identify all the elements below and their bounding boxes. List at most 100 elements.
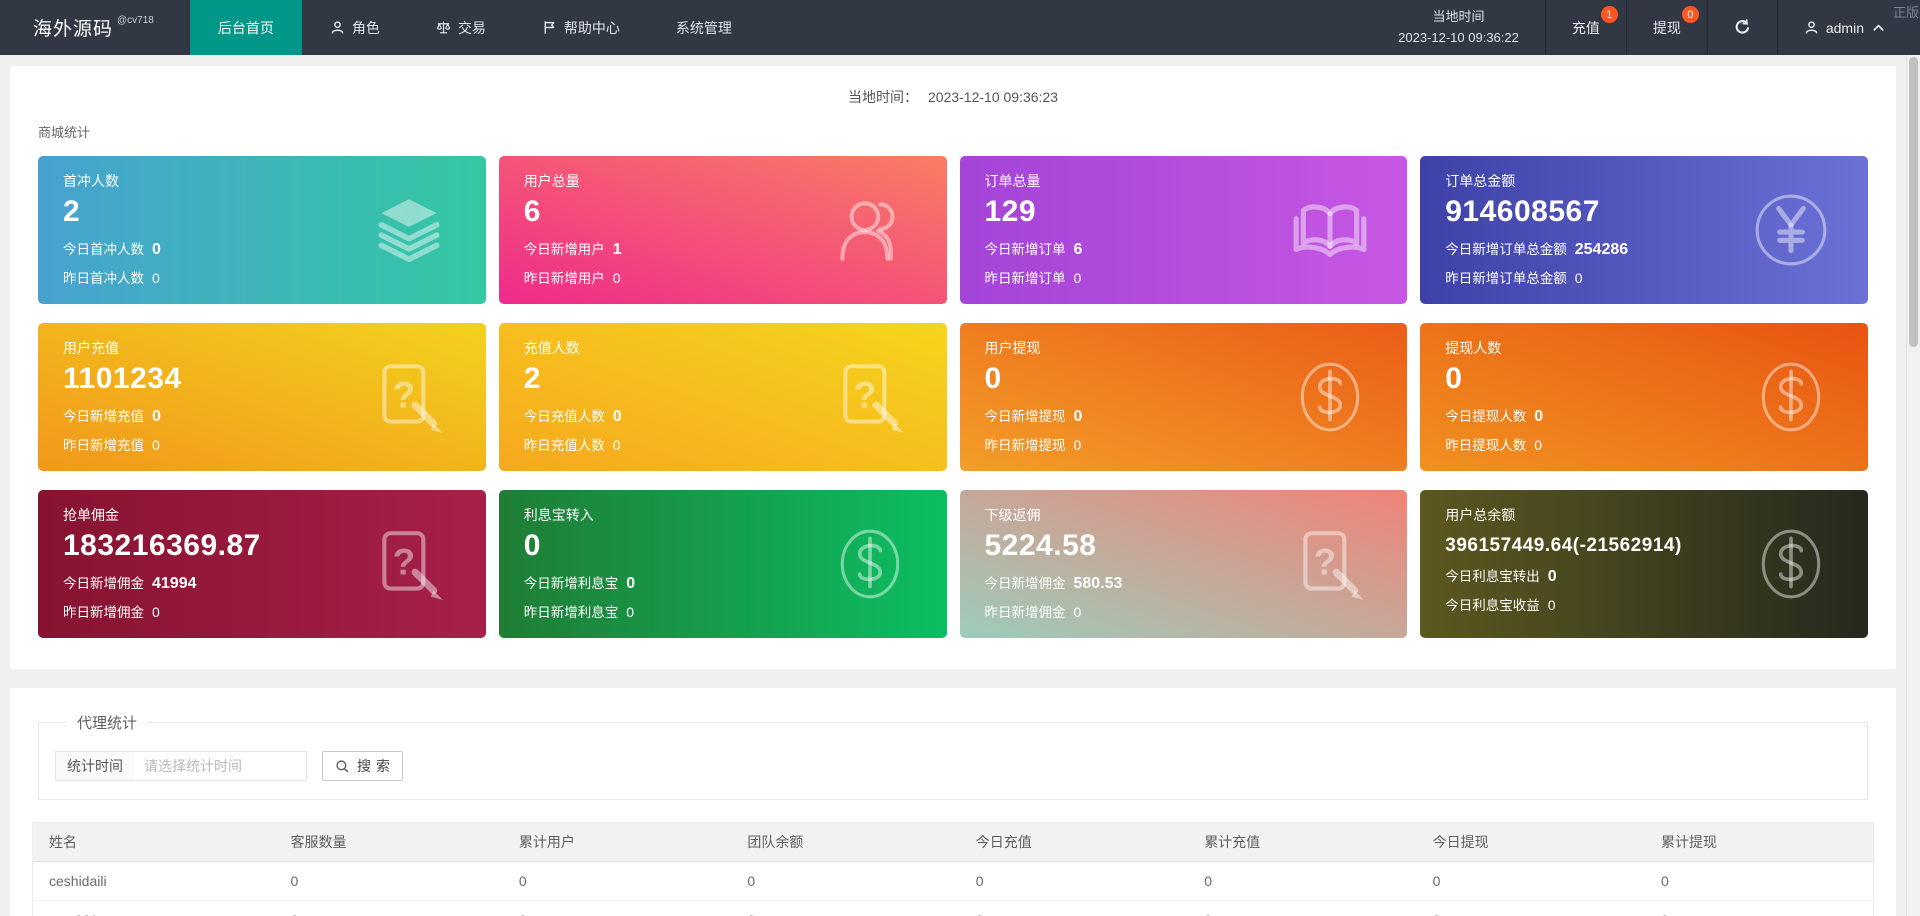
nav-item-home[interactable]: 后台首页 bbox=[189, 0, 302, 55]
page-scrollbar[interactable] bbox=[1906, 55, 1920, 916]
nav-item-trade[interactable]: 交易 bbox=[408, 0, 514, 55]
table-header-cell: 累计充值 bbox=[1188, 822, 1417, 862]
table-cell: 0 bbox=[1188, 900, 1417, 916]
card-subline-value: 254286 bbox=[1574, 240, 1629, 258]
nav-item-label: 帮助中心 bbox=[563, 19, 620, 36]
stat-card-subordinate-rebate[interactable]: 下级返佣 5224.58 今日新增佣金 580.53 昨日新增佣金 0 bbox=[959, 490, 1408, 638]
nav-item-label: 系统管理 bbox=[675, 19, 732, 36]
stats-cards: 首冲人数 2 今日首冲人数 0 昨日首冲人数 0 用户总量 6 今日新增用户 1 昨日新增用户 0 订单… bbox=[38, 156, 1868, 638]
agent-panel: 代理统计 统计时间 搜索 姓名客服数量累计用户团队余额今日充值累计充值今日提现累… bbox=[10, 688, 1896, 916]
card-subline-value: 0 bbox=[152, 269, 160, 286]
table-row[interactable]: ceshidaili 0 0 0 0 0 0 0 bbox=[32, 861, 1874, 901]
table-cell: 0 bbox=[1645, 861, 1874, 901]
card-subline-value: 580.53 bbox=[1073, 574, 1123, 592]
nav-item-system[interactable]: 系统管理 bbox=[648, 0, 760, 55]
card-subline-label: 今日新增充值 bbox=[63, 408, 144, 424]
nav-item-label: 后台首页 bbox=[217, 19, 274, 36]
stat-card-interest-transfer-in[interactable]: 利息宝转入 0 今日新增利息宝 0 昨日新增利息宝 0 bbox=[498, 490, 947, 638]
card-subline-label: 今日新增佣金 bbox=[63, 575, 144, 591]
book-icon bbox=[1289, 189, 1371, 271]
stat-card-user-recharge[interactable]: 用户充值 1101234 今日新增充值 0 昨日新增充值 0 bbox=[38, 323, 486, 471]
card-subline-label: 今日新增提现 bbox=[984, 408, 1066, 424]
card-subline-label: 昨日新增利息宝 bbox=[523, 604, 619, 620]
nav-item-roles[interactable]: 角色 bbox=[302, 0, 408, 55]
app-logo: 海外源码 @cv718 bbox=[0, 0, 190, 55]
stat-time-group: 统计时间 bbox=[55, 751, 307, 781]
card-subline-label: 昨日新增充值 bbox=[63, 437, 144, 453]
table-header-cell: 累计提现 bbox=[1645, 822, 1874, 862]
action-withdraw[interactable]: 提现 0 bbox=[1625, 0, 1707, 55]
table-cell: ceshidaili bbox=[32, 861, 275, 901]
stats-panel: 当地时间： 2023-12-10 09:36:23 商城统计 首冲人数 2 今日首冲人… bbox=[10, 66, 1896, 669]
card-subline-label: 今日新增用户 bbox=[523, 241, 605, 257]
table-header-row: 姓名 客服数量 累计用户 团队余额 今日充值 累计充值 今日提现 累计提现 bbox=[32, 822, 1874, 862]
card-subline-value: 0 bbox=[1547, 567, 1557, 585]
search-button[interactable]: 搜索 bbox=[322, 751, 403, 781]
card-title: 用户总量 bbox=[523, 173, 580, 189]
dashboard-page: 海外源码 @cv718 后台首页 角色 交易 帮助中心 系统管理 当地时间 2023-1… bbox=[0, 0, 1920, 916]
stat-card-total-user-balance[interactable]: 用户总余额 396157449.64(-21562914) 今日利息宝转出 0 今日利息… bbox=[1420, 490, 1868, 638]
card-subline-value: 0 bbox=[626, 574, 636, 592]
dollar-circle-icon bbox=[829, 523, 911, 605]
table-header-cell: 客服数量 bbox=[274, 822, 503, 862]
card-subline-value: 0 bbox=[612, 269, 621, 286]
card-subline-label: 昨日新增订单总金额 bbox=[1445, 270, 1567, 286]
card-subline-label: 今日充值人数 bbox=[523, 408, 605, 424]
card-subline-value: 41994 bbox=[152, 574, 197, 592]
table-cell: 0 bbox=[1416, 861, 1646, 901]
card-subline-label: 今日新增订单总金额 bbox=[1445, 241, 1567, 257]
nav-item-label: 交易 bbox=[457, 19, 486, 36]
agent-legend: 代理统计 bbox=[77, 715, 138, 732]
card-title: 充值人数 bbox=[523, 340, 580, 356]
card-title: 提现人数 bbox=[1445, 340, 1502, 356]
agent-table: 姓名 客服数量 累计用户 团队余额 今日充值 累计充值 今日提现 累计提现 ceshidail… bbox=[32, 822, 1874, 916]
table-cell: 0 bbox=[1188, 861, 1417, 901]
card-subline-value: 0 bbox=[1547, 596, 1556, 613]
agent-fieldset: 代理统计 统计时间 搜索 bbox=[38, 712, 1868, 800]
card-subline-value: 0 bbox=[152, 436, 160, 453]
card-subline-value: 0 bbox=[1073, 436, 1082, 453]
app-logo-text: 海外源码 bbox=[33, 19, 114, 40]
card-subline-label: 今日首冲人数 bbox=[63, 241, 144, 257]
stat-card-user-withdraw[interactable]: 用户提现 0 今日新增提现 0 昨日新增提现 0 bbox=[959, 323, 1408, 471]
refresh-button[interactable] bbox=[1706, 0, 1777, 55]
stat-time-input[interactable] bbox=[134, 752, 306, 780]
stat-card-recharge-count[interactable]: 充值人数 2 今日充值人数 0 昨日充值人数 0 bbox=[498, 323, 947, 471]
stat-card-withdraw-count[interactable]: 提现人数 0 今日提现人数 0 昨日提现人数 0 bbox=[1420, 323, 1868, 471]
filter-row: 统计时间 搜索 bbox=[55, 747, 1851, 781]
nav-item-help[interactable]: 帮助中心 bbox=[514, 0, 648, 55]
card-subline-label: 昨日提现人数 bbox=[1445, 437, 1527, 453]
table-cell: 0 bbox=[502, 900, 732, 916]
chevron-up-icon bbox=[1871, 20, 1886, 35]
content-time-value: 2023-12-10 09:36:23 bbox=[928, 89, 1058, 105]
table-body: ceshidaili0000000qwe00100000001237770000… bbox=[32, 861, 1874, 916]
card-subline-value: 0 bbox=[1534, 407, 1544, 425]
action-recharge[interactable]: 充值 1 bbox=[1544, 0, 1626, 55]
table-header-cell: 今日提现 bbox=[1416, 822, 1646, 862]
card-subline-value: 0 bbox=[1073, 407, 1083, 425]
stat-card-total-order-amount[interactable]: 订单总金额 914608567 今日新增订单总金额 254286 昨日新增订单总金额 0 bbox=[1420, 156, 1868, 304]
card-subline-label: 今日新增佣金 bbox=[984, 575, 1066, 591]
topbar: 海外源码 @cv718 后台首页 角色 交易 帮助中心 系统管理 当地时间 2023-1… bbox=[0, 0, 1920, 55]
table-row[interactable]: qwe0010000000 bbox=[32, 900, 1874, 916]
table-cell: 0 bbox=[1416, 900, 1646, 916]
stat-card-total-users[interactable]: 用户总量 6 今日新增用户 1 昨日新增用户 0 bbox=[498, 156, 947, 304]
table-cell: 0 bbox=[959, 900, 1189, 916]
stat-card-total-orders[interactable]: 订单总量 129 今日新增订单 6 昨日新增订单 0 bbox=[959, 156, 1408, 304]
card-subline-value: 1 bbox=[612, 240, 622, 258]
layers-icon bbox=[368, 189, 450, 271]
card-subline-label: 今日新增订单 bbox=[984, 241, 1066, 257]
stat-card-order-commission[interactable]: 抢单佣金 183216369.87 今日新增佣金 41994 昨日新增佣金 0 bbox=[38, 490, 486, 638]
card-subline-label: 昨日新增佣金 bbox=[63, 604, 144, 620]
topbar-actions: 充值 1 提现 0 bbox=[1544, 0, 1707, 55]
scrollbar-thumb[interactable] bbox=[1909, 57, 1918, 347]
search-button-label: 搜索 bbox=[357, 758, 395, 774]
table-cell: 0 bbox=[731, 861, 960, 901]
stat-card-first-charge-count[interactable]: 首冲人数 2 今日首冲人数 0 昨日首冲人数 0 bbox=[38, 156, 486, 304]
refresh-icon bbox=[1734, 19, 1751, 36]
scales-icon bbox=[436, 20, 451, 35]
app-logo-badge: @cv718 bbox=[117, 15, 154, 26]
doc-edit-icon bbox=[368, 523, 450, 605]
card-title: 订单总金额 bbox=[1445, 173, 1516, 189]
card-subline-label: 今日利息宝转出 bbox=[1445, 568, 1540, 584]
